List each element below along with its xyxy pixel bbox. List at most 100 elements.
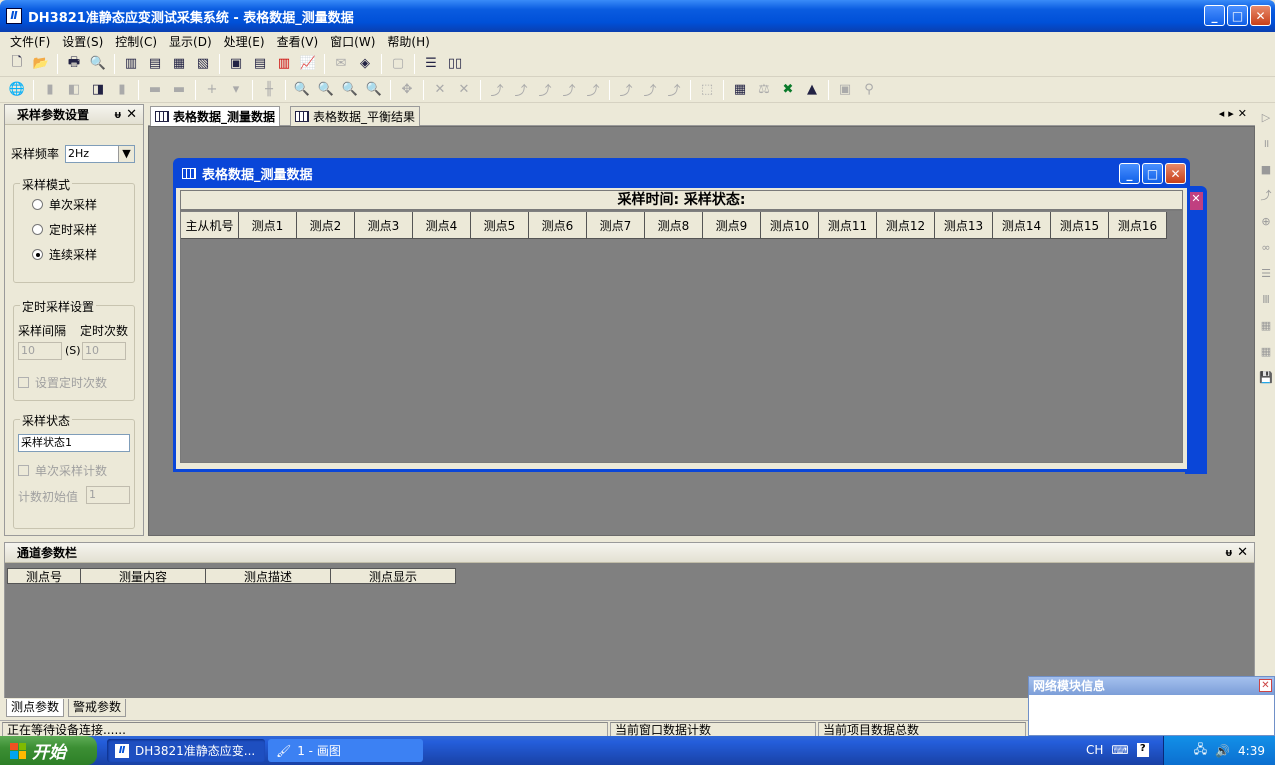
- cursor-x2-icon[interactable]: ✕: [453, 79, 475, 101]
- excel-icon[interactable]: ✖: [777, 79, 799, 101]
- menu-display[interactable]: 显示(D): [163, 33, 218, 50]
- lang-bar[interactable]: CH ⌨ ?: [1086, 743, 1149, 757]
- tab-alarm-params[interactable]: 警戒参数: [68, 699, 127, 717]
- open-icon[interactable]: 📂: [30, 53, 52, 75]
- crosshair-icon[interactable]: +: [201, 79, 223, 101]
- column-header[interactable]: 测点3: [355, 212, 413, 239]
- column-header[interactable]: 测点1: [239, 212, 297, 239]
- zoom-x-icon[interactable]: 🔍: [339, 79, 361, 101]
- link-icon[interactable]: ⚲: [858, 79, 880, 101]
- stack-icon[interactable]: ☰: [1257, 260, 1275, 286]
- tab-measure-data[interactable]: 表格数据_测量数据: [150, 106, 281, 126]
- child-close-button[interactable]: ✕: [1165, 163, 1186, 184]
- cursor-x-icon[interactable]: ✕: [429, 79, 451, 101]
- save-icon[interactable]: 💾: [1257, 364, 1275, 390]
- columns-view-icon[interactable]: ▥: [273, 53, 295, 75]
- clock[interactable]: 4:39: [1238, 744, 1265, 758]
- print-preview-icon[interactable]: 🔍: [87, 53, 109, 75]
- door-icon[interactable]: ▮: [39, 79, 61, 101]
- new-icon[interactable]: 🗋: [6, 53, 28, 75]
- pause-icon[interactable]: ॥: [1257, 130, 1275, 156]
- mode-timed-radio[interactable]: 定时采样: [32, 217, 134, 242]
- door-right-icon[interactable]: ◨: [87, 79, 109, 101]
- column-header[interactable]: 测点显示: [330, 568, 456, 584]
- marker-5-icon[interactable]: ⤴: [582, 79, 604, 101]
- tab-next-icon[interactable]: ▸: [1228, 107, 1238, 120]
- task-dh3821[interactable]: Ⅱ DH3821准静态应变...: [107, 739, 265, 762]
- close-icon[interactable]: ✕: [126, 107, 137, 122]
- menu-file[interactable]: 文件(F): [4, 33, 56, 50]
- menu-view[interactable]: 查看(V): [271, 33, 325, 50]
- zoom-in-icon[interactable]: 🔍: [291, 79, 313, 101]
- column-header[interactable]: 测点6: [529, 212, 587, 239]
- minus-rows-2-icon[interactable]: ▬: [168, 79, 190, 101]
- column-header[interactable]: 测点4: [413, 212, 471, 239]
- back-window-close-icon[interactable]: ✕: [1189, 192, 1203, 210]
- marker-icon[interactable]: ⤴: [1257, 182, 1275, 208]
- column-header[interactable]: 测点14: [993, 212, 1051, 239]
- tab-close-icon[interactable]: ✕: [1238, 107, 1251, 120]
- print-icon[interactable]: 🖶: [63, 53, 85, 75]
- calculator-icon[interactable]: ▦: [729, 79, 751, 101]
- tab-prev-icon[interactable]: ◂: [1219, 107, 1229, 120]
- column-header[interactable]: 测点11: [819, 212, 877, 239]
- marker-2-icon[interactable]: ⤴: [510, 79, 532, 101]
- menu-window[interactable]: 窗口(W): [324, 33, 381, 50]
- column-header[interactable]: 测点号: [7, 568, 81, 584]
- marker-1-icon[interactable]: ⤴: [486, 79, 508, 101]
- interval-input[interactable]: 10: [18, 342, 62, 360]
- maximize-button[interactable]: □: [1227, 5, 1248, 26]
- column-header[interactable]: 测点7: [587, 212, 645, 239]
- column-header[interactable]: 测点10: [761, 212, 819, 239]
- pin-icon[interactable]: ᵾ: [1226, 546, 1232, 559]
- layout-cols-icon[interactable]: ▯▯: [444, 53, 466, 75]
- freq-select[interactable]: 2Hz ▼: [65, 145, 135, 163]
- close-icon[interactable]: ✕: [1259, 679, 1272, 692]
- column-header[interactable]: 测点12: [877, 212, 935, 239]
- minimize-button[interactable]: _: [1204, 5, 1225, 26]
- envelope-icon[interactable]: ✉: [330, 53, 352, 75]
- chart-small-2-icon[interactable]: ▦: [1257, 338, 1275, 364]
- bar-view-icon[interactable]: ▥: [120, 53, 142, 75]
- select-icon[interactable]: ⬚: [696, 79, 718, 101]
- graph-view-icon[interactable]: ▧: [192, 53, 214, 75]
- list-view-icon[interactable]: ▤: [249, 53, 271, 75]
- set-count-checkbox[interactable]: 设置定时次数: [18, 374, 107, 391]
- zoom-y-icon[interactable]: 🔍: [363, 79, 385, 101]
- bars-icon[interactable]: Ⅲ: [1257, 286, 1275, 312]
- pin-icon[interactable]: ᵾ: [115, 108, 121, 121]
- menu-settings[interactable]: 设置(S): [56, 33, 109, 50]
- stop-icon[interactable]: ■: [1257, 156, 1275, 182]
- task-paint[interactable]: 🖌 1 - 画图: [268, 739, 423, 762]
- grid-view-icon[interactable]: ▣: [225, 53, 247, 75]
- status-input[interactable]: 采样状态1: [18, 434, 130, 452]
- start-button[interactable]: 开始: [0, 736, 97, 765]
- window-icon[interactable]: ▣: [834, 79, 856, 101]
- zoom-out-icon[interactable]: 🔍: [315, 79, 337, 101]
- count-input[interactable]: 10: [82, 342, 126, 360]
- menu-process[interactable]: 处理(E): [218, 33, 271, 50]
- move-icon[interactable]: ✥: [396, 79, 418, 101]
- measure-data-grid[interactable]: 主从机号 测点1 测点2 测点3 测点4 测点5 测点6 测点7 测点8 测点9…: [180, 210, 1183, 463]
- trend-view-icon[interactable]: 📈: [297, 53, 319, 75]
- chart-icon[interactable]: ◈: [354, 53, 376, 75]
- volume-icon[interactable]: 🔊: [1215, 744, 1230, 758]
- globe-icon[interactable]: 🌐: [6, 79, 28, 101]
- close-button[interactable]: ✕: [1250, 5, 1271, 26]
- import-icon[interactable]: ▲: [801, 79, 823, 101]
- table-view-icon[interactable]: ▦: [168, 53, 190, 75]
- menu-control[interactable]: 控制(C): [109, 33, 163, 50]
- child-minimize-button[interactable]: _: [1119, 163, 1140, 184]
- column-header[interactable]: 测点13: [935, 212, 993, 239]
- single-count-checkbox[interactable]: 单次采样计数: [18, 462, 107, 479]
- binoculars-icon[interactable]: ∞: [1257, 234, 1275, 260]
- marker-8-icon[interactable]: ⤴: [663, 79, 685, 101]
- door-left-icon[interactable]: ◧: [63, 79, 85, 101]
- count-init-input[interactable]: 1: [86, 486, 130, 504]
- disabled-icon[interactable]: ▢: [387, 53, 409, 75]
- layout-rows-icon[interactable]: ☰: [420, 53, 442, 75]
- column-header[interactable]: 测点15: [1051, 212, 1109, 239]
- play-icon[interactable]: ▷: [1257, 104, 1275, 130]
- dropdown-icon[interactable]: ▾: [225, 79, 247, 101]
- menu-help[interactable]: 帮助(H): [381, 33, 435, 50]
